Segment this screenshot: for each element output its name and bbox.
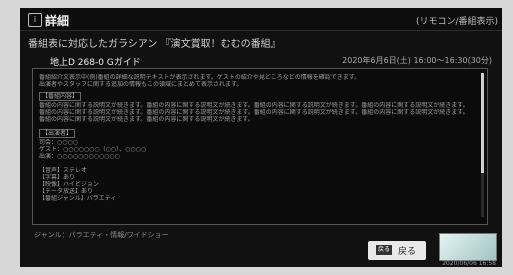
back-button[interactable]: 戻る 戻る bbox=[368, 241, 426, 260]
desc-line: 【字幕】あり bbox=[39, 174, 76, 181]
desc-heading: 【出演者】 bbox=[39, 129, 76, 138]
desc-line: 出演者やスタッフに関する追加の情報もこの領域にまとめて表示されます。 bbox=[39, 81, 243, 88]
description-panel[interactable]: 番組紹介文表示中(例)番組の詳細な説明テキストが表示されます。ゲストの紹介や見ど… bbox=[32, 68, 488, 225]
desc-line: 【データ放送】あり bbox=[39, 188, 94, 195]
back-key-icon: 戻る bbox=[376, 245, 392, 255]
desc-line: 【番組ジャンル】バラエティ bbox=[39, 195, 117, 202]
desc-line: 番組の内容に関する説明文が続きます。番組の内容に関する説明文が続きます。番組の内… bbox=[39, 109, 469, 116]
scrollbar-thumb[interactable] bbox=[481, 73, 484, 173]
preview-thumbnail bbox=[439, 233, 497, 261]
desc-line: ゲスト：○○○○○○○（○○）、○○○○ bbox=[39, 146, 147, 153]
remote-hint: (リモコン/番組表示) bbox=[415, 17, 498, 27]
broadcast-datetime: 2020年6月6日(土) 16:00～16:30(30分) bbox=[342, 56, 492, 65]
status-time: 2020/06/06 16:58 bbox=[442, 260, 496, 267]
desc-line: 【音声】ステレオ bbox=[39, 167, 88, 174]
desc-line: 番組の内容に関する説明文が続きます。番組の内容に関する説明文が続きます。番組の内… bbox=[39, 102, 469, 109]
desc-line: 司会：○○○○ bbox=[39, 139, 78, 146]
desc-line: 番組紹介文表示中(例)番組の詳細な説明テキストが表示されます。ゲストの紹介や見ど… bbox=[39, 74, 361, 81]
header-bar: i 詳細 (リモコン/番組表示) bbox=[20, 8, 502, 31]
desc-line: 【映像】ハイビジョン bbox=[39, 181, 99, 188]
page-title: 詳細 bbox=[45, 14, 70, 28]
info-icon: i bbox=[28, 13, 42, 27]
channel-label: 地上D 268-0 Gガイド bbox=[50, 58, 141, 68]
detail-screen: i 詳細 (リモコン/番組表示) 番組表に対応したガラシアン 『演文賞取！むむの… bbox=[20, 8, 502, 267]
scrollbar[interactable] bbox=[481, 73, 484, 217]
desc-line: 出演：○○○○○○○○○○○○ bbox=[39, 153, 120, 160]
genre-footer: ジャンル：バラエティ・情報/ワイドショー bbox=[34, 231, 169, 239]
back-label: 戻る bbox=[398, 247, 417, 257]
desc-heading: 【番組内容】 bbox=[39, 92, 82, 101]
program-title: 番組表に対応したガラシアン 『演文賞取！むむの番組』 bbox=[28, 39, 281, 50]
desc-line: 番組の内容に関する説明文が続きます。番組の内容に関する説明文が続きます。 bbox=[39, 116, 254, 123]
